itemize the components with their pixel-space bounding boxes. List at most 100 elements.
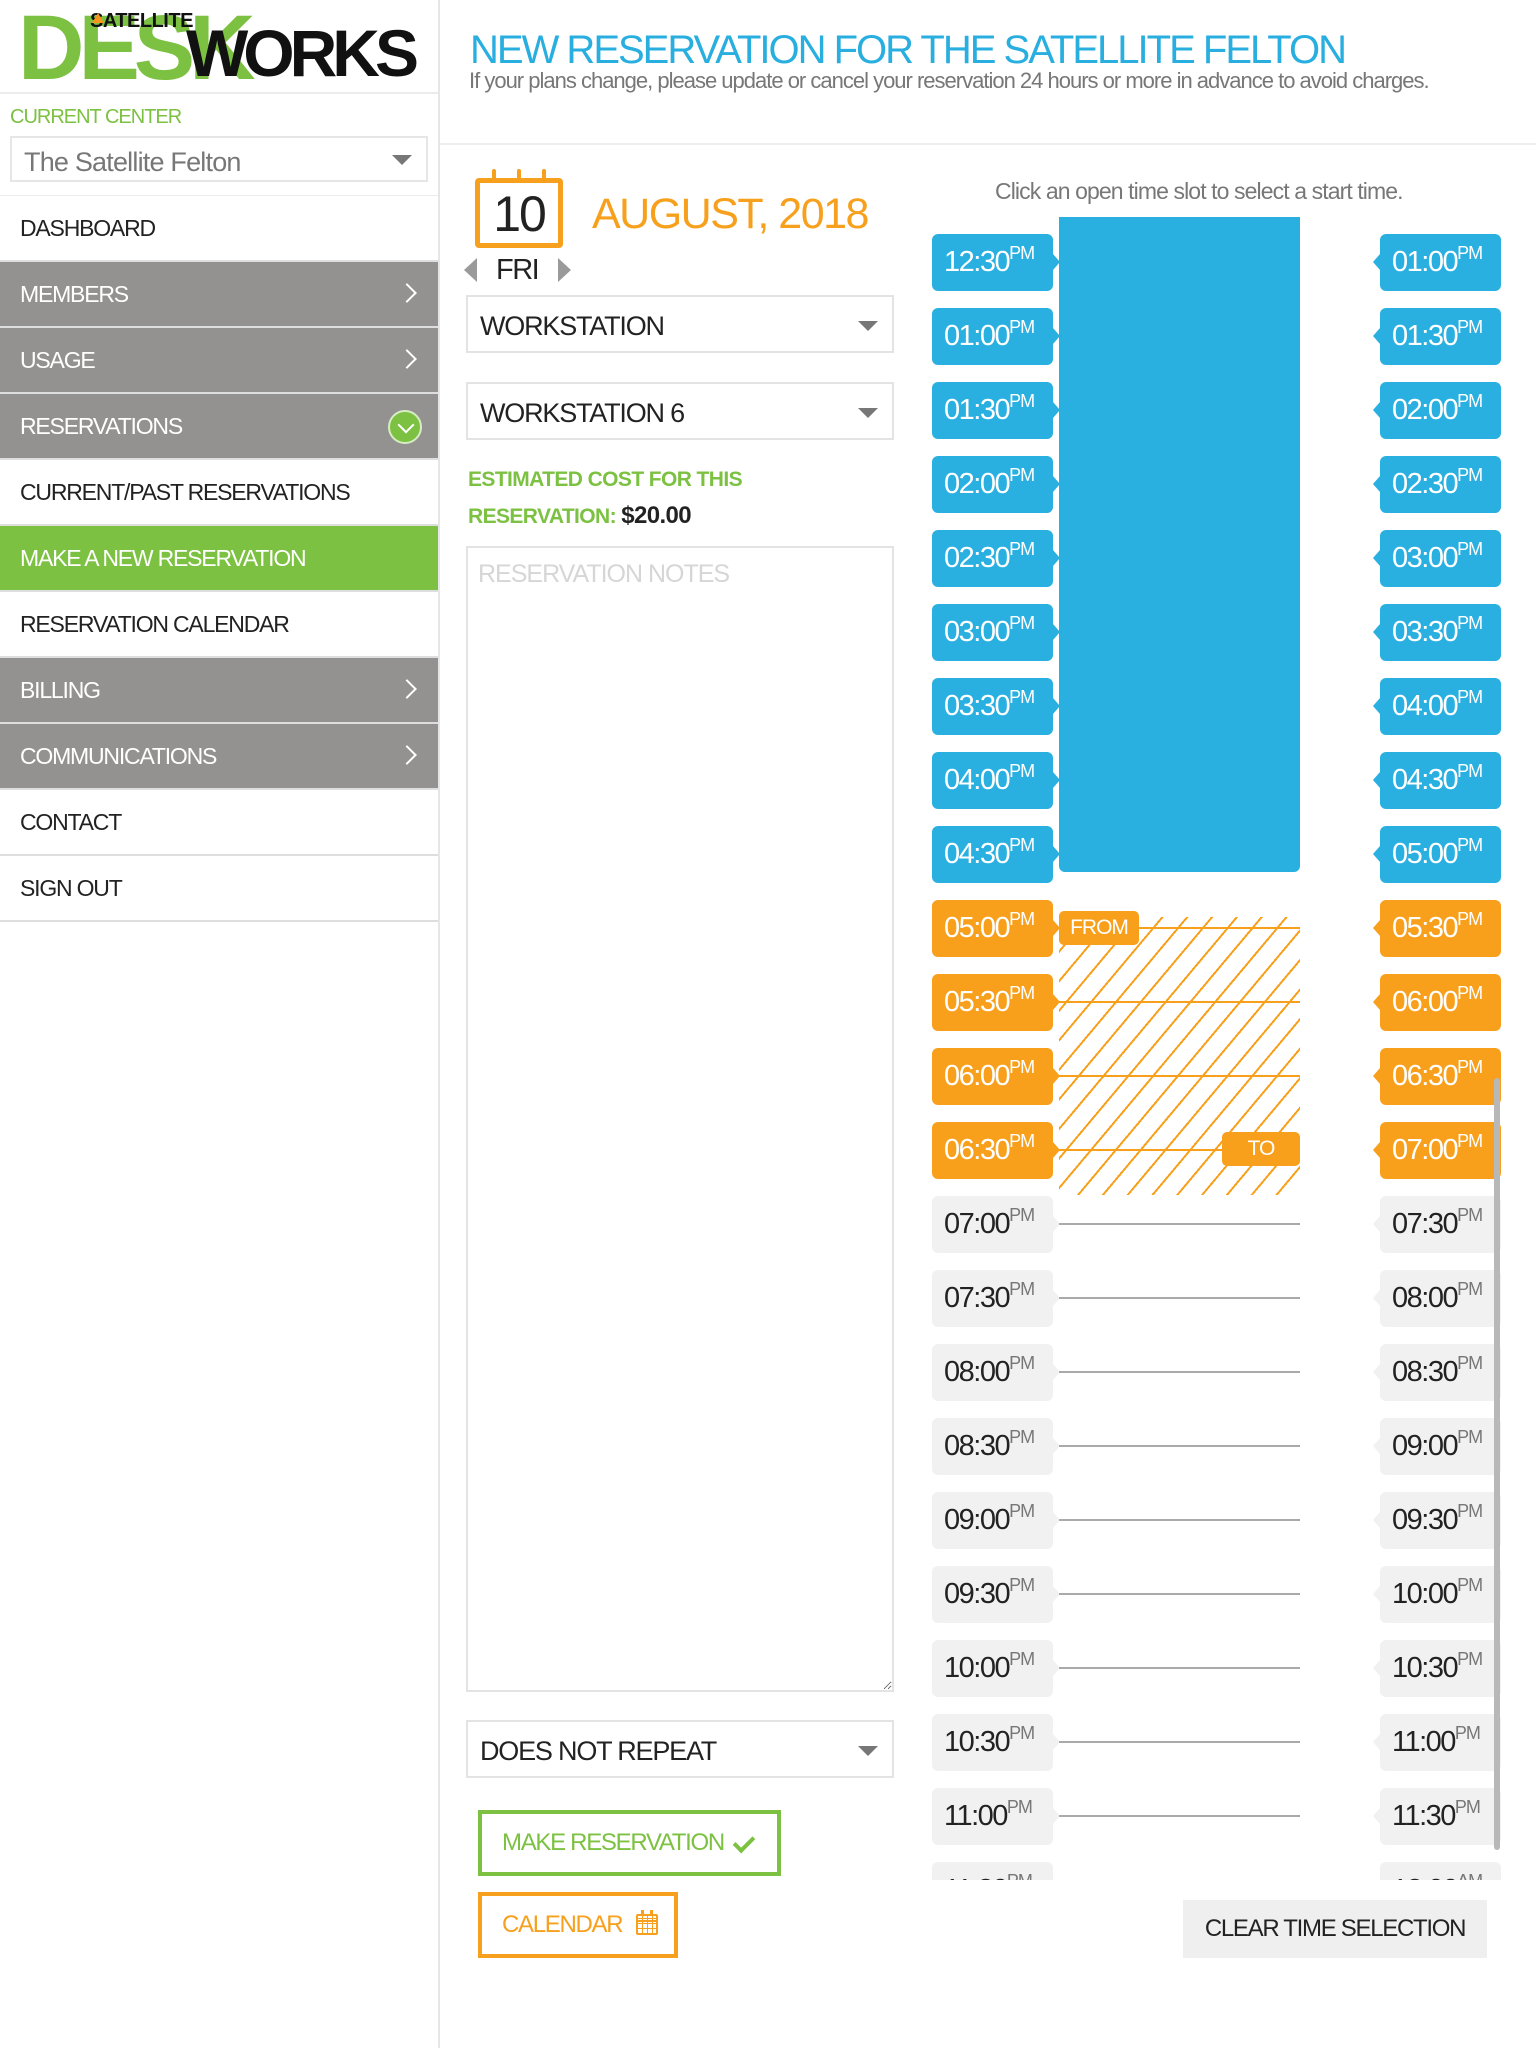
slot-start-time[interactable]: 06:00PM [932, 1048, 1060, 1105]
slot-start-time[interactable]: 03:00PM [932, 604, 1060, 661]
slot-time-text: 05:30 [1392, 912, 1459, 944]
slot-start-time[interactable]: 11:00PM [932, 1788, 1060, 1845]
slot-end-time[interactable]: 08:30PM [1373, 1344, 1501, 1401]
to-tag[interactable]: TO [1222, 1132, 1300, 1166]
slot-start-time[interactable]: 01:00PM [932, 308, 1060, 365]
sidebar-item-dashboard[interactable]: DASHBOARD [0, 196, 438, 262]
sidebar-item-billing[interactable]: BILLING [0, 658, 438, 724]
slot-end-time[interactable]: 05:00PM [1373, 826, 1501, 883]
slot-end-time[interactable]: 12:00AM [1380, 1862, 1501, 1880]
chevron-right-icon [397, 349, 417, 369]
slot-start-time[interactable]: 07:30PM [932, 1270, 1060, 1327]
sidebar-item-communications[interactable]: COMMUNICATIONS [0, 724, 438, 790]
slot-ampm-text: PM [1009, 391, 1035, 411]
slot-end-time[interactable]: 09:00PM [1373, 1418, 1501, 1475]
slot-start-time[interactable]: 10:00PM [932, 1640, 1060, 1697]
slot-ampm-text: PM [1009, 761, 1035, 781]
resource-type-select[interactable]: WORKSTATION [466, 295, 894, 353]
current-center-select[interactable]: The Satellite Felton [10, 136, 428, 182]
calendar-icon [636, 1910, 658, 1935]
slot-end-time[interactable]: 07:00PM [1373, 1122, 1501, 1179]
slot-start-time[interactable]: 08:00PM [932, 1344, 1060, 1401]
deskworks-logo[interactable]: DESK WORKS SATELLITE [18, 2, 428, 94]
slot-end-time[interactable]: 04:00PM [1373, 678, 1501, 735]
repeat-select[interactable]: DOES NOT REPEAT [466, 1720, 894, 1778]
open-slot-line [1059, 1371, 1300, 1373]
sidebar-item-usage[interactable]: USAGE [0, 328, 438, 394]
resource-select[interactable]: WORKSTATION 6 [466, 382, 894, 440]
sidebar-item-sign-out[interactable]: SIGN OUT [0, 856, 438, 922]
slot-time-text: 04:30 [944, 838, 1011, 870]
slot-time-text: 08:30 [1392, 1356, 1459, 1388]
slot-start-time[interactable]: 06:30PM [932, 1122, 1060, 1179]
slot-end-time[interactable]: 03:30PM [1373, 604, 1501, 661]
page-title: NEW RESERVATION FOR THE SATELLITE FELTON [470, 28, 1347, 72]
slot-end-time[interactable]: 09:30PM [1373, 1492, 1501, 1549]
timeslot-grid[interactable]: 12:30PM 01:00PM 01:00PM 01:30PM 01:30PM 02:00… [920, 200, 1520, 1880]
make-reservation-button[interactable]: MAKE RESERVATION [478, 1810, 781, 1876]
slot-end-time[interactable]: 10:00PM [1373, 1566, 1501, 1623]
slot-start-time[interactable]: 03:30PM [932, 678, 1060, 735]
slot-ampm-text: PM [1009, 1575, 1035, 1595]
slot-start-time[interactable]: 07:00PM [932, 1196, 1060, 1253]
slot-end-time[interactable]: 08:00PM [1373, 1270, 1501, 1327]
slot-end-time[interactable]: 01:30PM [1373, 308, 1501, 365]
slot-time-text: 07:00 [944, 1208, 1011, 1240]
slot-start-time[interactable]: 10:30PM [932, 1714, 1060, 1771]
previous-day-arrow-icon[interactable] [464, 258, 477, 282]
slot-time-text: 12:00 [1392, 1874, 1459, 1880]
slot-start-time[interactable]: 11:30PM [932, 1862, 1053, 1880]
sidebar-item-make-new-reservation[interactable]: MAKE A NEW RESERVATION [0, 526, 438, 592]
timeslot-scrollbar[interactable] [1494, 1078, 1500, 1850]
reservation-notes-textarea[interactable] [466, 546, 894, 1692]
slot-end-time[interactable]: 03:00PM [1373, 530, 1501, 587]
slot-end-time[interactable]: 05:30PM [1373, 900, 1501, 957]
slot-end-time[interactable]: 11:30PM [1373, 1788, 1501, 1845]
slot-ampm-text: PM [1457, 539, 1483, 559]
calendar-button[interactable]: CALENDAR [478, 1892, 678, 1958]
slot-ampm-text: PM [1457, 391, 1483, 411]
from-tag[interactable]: FROM [1059, 911, 1139, 945]
open-slot-line [1059, 1667, 1300, 1669]
slot-time-text: 11:00 [1392, 1726, 1456, 1758]
slot-end-time[interactable]: 11:00PM [1373, 1714, 1501, 1771]
slot-start-time[interactable]: 04:00PM [932, 752, 1060, 809]
slot-end-time[interactable]: 10:30PM [1373, 1640, 1501, 1697]
next-day-arrow-icon[interactable] [558, 258, 571, 282]
slot-start-time[interactable]: 12:30PM [932, 234, 1060, 291]
slot-end-time[interactable]: 04:30PM [1373, 752, 1501, 809]
slot-time-text: 04:30 [1392, 764, 1459, 796]
slot-start-time[interactable]: 09:00PM [932, 1492, 1060, 1549]
slot-end-time[interactable]: 07:30PM [1373, 1196, 1501, 1253]
slot-ampm-text: PM [1007, 1871, 1033, 1880]
slot-start-time[interactable]: 05:30PM [932, 974, 1060, 1031]
selected-slot-line [1059, 1075, 1300, 1077]
sidebar-item-contact[interactable]: CONTACT [0, 790, 438, 856]
slot-end-time[interactable]: 06:00PM [1373, 974, 1501, 1031]
slot-end-time[interactable]: 06:30PM [1373, 1048, 1501, 1105]
slot-time-text: 11:30 [1392, 1800, 1456, 1832]
slot-start-time[interactable]: 05:00PM [932, 900, 1060, 957]
slot-end-time[interactable]: 02:30PM [1373, 456, 1501, 513]
sidebar-item-reservation-calendar[interactable]: RESERVATION CALENDAR [0, 592, 438, 658]
slot-start-time[interactable]: 01:30PM [932, 382, 1060, 439]
slot-ampm-text: PM [1009, 1057, 1035, 1077]
slot-ampm-text: PM [1009, 539, 1035, 559]
slot-start-time[interactable]: 02:00PM [932, 456, 1060, 513]
sidebar-item-members[interactable]: MEMBERS [0, 262, 438, 328]
slot-start-time[interactable]: 08:30PM [932, 1418, 1060, 1475]
slot-start-time[interactable]: 04:30PM [932, 826, 1060, 883]
slot-ampm-text: PM [1457, 1501, 1483, 1521]
slot-time-text: 06:00 [1392, 986, 1459, 1018]
clear-time-selection-button[interactable]: CLEAR TIME SELECTION [1183, 1900, 1487, 1958]
page-subtitle: If your plans change, please update or c… [469, 68, 1430, 93]
calendar-date-icon[interactable]: 10 [475, 169, 563, 248]
slot-end-time[interactable]: 02:00PM [1373, 382, 1501, 439]
slot-start-time[interactable]: 09:30PM [932, 1566, 1060, 1623]
slot-time-text: 06:30 [944, 1134, 1011, 1166]
caret-down-icon [392, 155, 412, 165]
slot-end-time[interactable]: 01:00PM [1373, 234, 1501, 291]
sidebar-item-current-past-reservations[interactable]: CURRENT/PAST RESERVATIONS [0, 460, 438, 526]
sidebar-item-reservations[interactable]: RESERVATIONS [0, 394, 438, 460]
slot-start-time[interactable]: 02:30PM [932, 530, 1060, 587]
